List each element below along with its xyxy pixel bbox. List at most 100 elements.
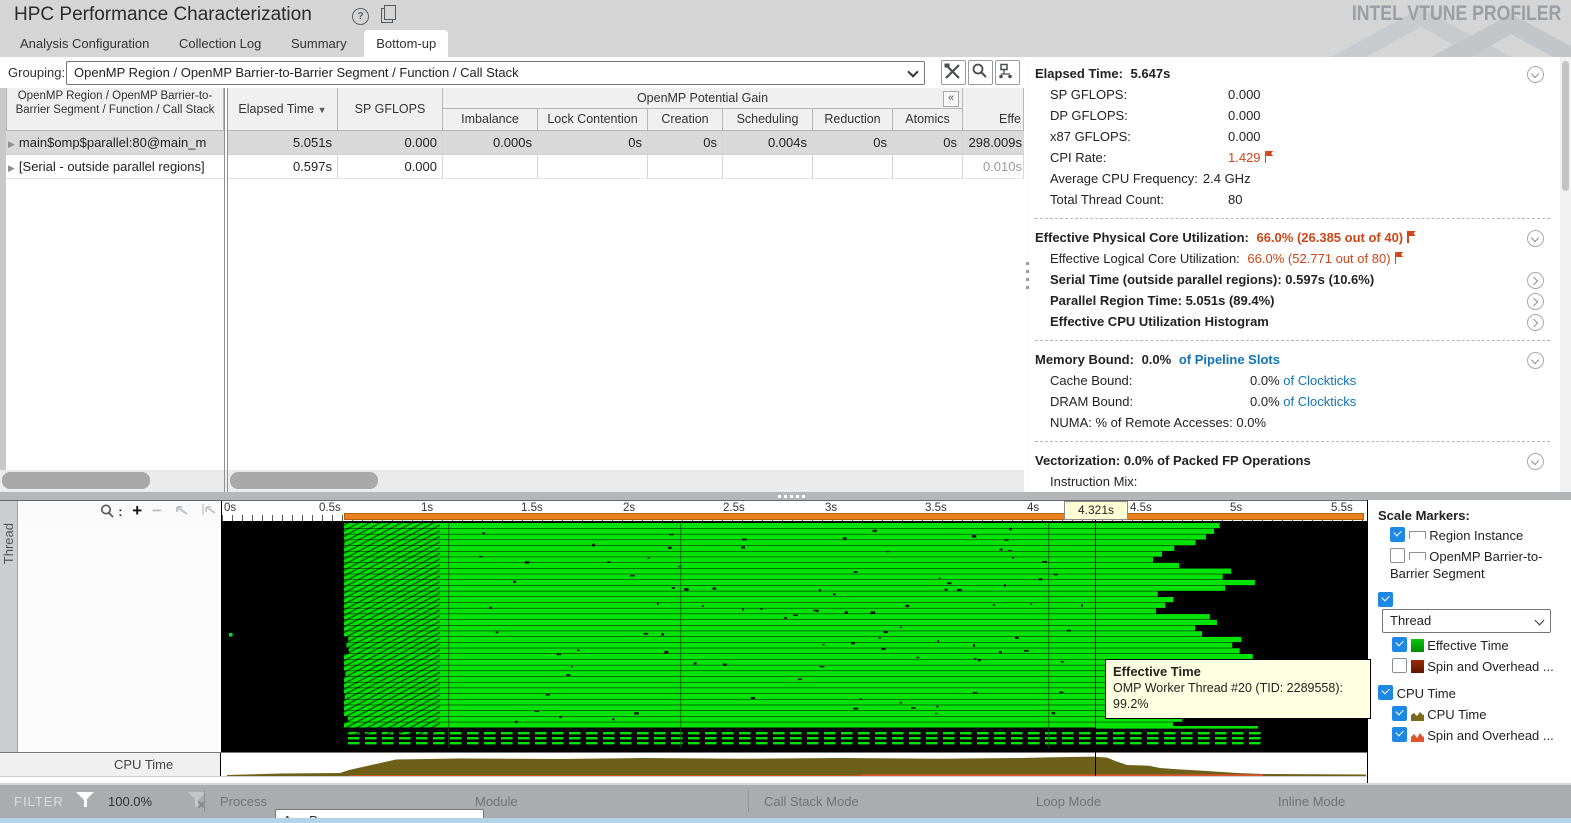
grouping-select[interactable]: OpenMP Region / OpenMP Barrier-to-Barrie… bbox=[66, 61, 925, 85]
top-header: HPC Performance Characterization ? INTEL… bbox=[0, 0, 1571, 57]
numa-value: 0.0% bbox=[1236, 415, 1266, 430]
region-instance-label: Region Instance bbox=[1429, 528, 1523, 543]
thread-track-select[interactable]: Thread bbox=[1382, 609, 1551, 633]
tab-bar: Analysis Configuration Collection Log Su… bbox=[8, 30, 450, 57]
undo-zoom-icon[interactable] bbox=[173, 503, 189, 516]
row-expander-icon[interactable]: ▶ bbox=[8, 139, 15, 149]
column-header-effective-time[interactable]: Effe bbox=[963, 88, 1024, 131]
pipeline-slots-link[interactable]: of Pipeline Slots bbox=[1179, 352, 1280, 367]
metric-label: Total Thread Count: bbox=[1050, 189, 1228, 210]
zoom-out-button[interactable]: − bbox=[152, 501, 162, 520]
table-row[interactable]: ▶[Serial - outside parallel regions] bbox=[6, 155, 224, 179]
name-column-header[interactable]: OpenMP Region / OpenMP Barrier-to-Barrie… bbox=[6, 88, 224, 131]
timeline-legend-panel: Scale Markers: Region Instance OpenMP Ba… bbox=[1367, 500, 1571, 783]
vertical-splitter-handle[interactable] bbox=[1024, 57, 1031, 492]
column-header-creation[interactable]: Creation bbox=[648, 109, 723, 131]
cpu-time-label: CPU Time bbox=[1427, 707, 1486, 722]
region-instance-marker-icon bbox=[1409, 531, 1426, 539]
table-row[interactable]: 0.597s 0.000 0.010s bbox=[228, 155, 1024, 179]
metric-value: 0.0% bbox=[1250, 373, 1280, 388]
cpu-time-area-chart[interactable] bbox=[221, 753, 1367, 776]
expand-section-icon[interactable] bbox=[1527, 272, 1544, 289]
flag-icon bbox=[1264, 151, 1274, 163]
cpu-time-row-label-cell[interactable]: CPU Time bbox=[0, 753, 221, 776]
collapse-section-icon[interactable] bbox=[1527, 352, 1544, 369]
metric-label: DRAM Bound: bbox=[1050, 391, 1250, 412]
tab-summary[interactable]: Summary bbox=[279, 30, 359, 58]
column-header-text: Imbalance bbox=[461, 112, 519, 126]
zoom-in-button[interactable]: + bbox=[132, 501, 142, 520]
customize-grouping-button[interactable] bbox=[941, 60, 966, 85]
metric-label: SP GFLOPS: bbox=[1050, 84, 1228, 105]
table-row[interactable]: ▶ main$omp$parallel:80@main_m bbox=[6, 131, 224, 155]
zoom-magnifier-icon bbox=[99, 503, 115, 519]
region-instance-checkbox[interactable] bbox=[1390, 527, 1405, 542]
process-filter-label: Process bbox=[220, 794, 267, 809]
spin-overhead-checkbox[interactable] bbox=[1392, 658, 1407, 673]
thread-track-checkbox[interactable] bbox=[1378, 592, 1393, 607]
column-header-imbalance[interactable]: Imbalance bbox=[443, 109, 538, 131]
barrier-segment-marker-icon bbox=[1409, 552, 1426, 560]
clockticks-link[interactable]: of Clockticks bbox=[1283, 394, 1356, 409]
column-header-scheduling[interactable]: Scheduling bbox=[723, 109, 813, 131]
column-header-lock-contention[interactable]: Lock Contention bbox=[538, 109, 648, 131]
show-data-options-button[interactable] bbox=[995, 60, 1020, 85]
grid-scrollbar-track[interactable] bbox=[0, 470, 1024, 492]
region-instance-bar[interactable] bbox=[344, 513, 1364, 520]
horizontal-splitter-handle[interactable] bbox=[0, 492, 1571, 500]
collapse-group-button[interactable]: « bbox=[943, 91, 959, 107]
tools-icon bbox=[942, 61, 963, 82]
clear-filter-icon[interactable]: ✕ bbox=[188, 792, 206, 809]
cell-effective: 298.009s bbox=[963, 131, 1024, 154]
column-header-reduction[interactable]: Reduction bbox=[813, 109, 893, 131]
timeline-cursor-line[interactable] bbox=[1095, 503, 1096, 776]
metric-value: 2.4 GHz bbox=[1203, 171, 1251, 186]
callstack-mode-label: Call Stack Mode bbox=[764, 794, 859, 809]
metric-label: CPI Rate: bbox=[1050, 147, 1228, 168]
expand-section-icon[interactable] bbox=[1527, 314, 1544, 331]
clockticks-link[interactable]: of Clockticks bbox=[1283, 373, 1356, 388]
summary-scrollbar-track[interactable] bbox=[1560, 57, 1571, 492]
tab-collection-log[interactable]: Collection Log bbox=[167, 30, 273, 58]
zoom-history-icon[interactable] bbox=[201, 503, 217, 516]
tab-bottom-up[interactable]: Bottom-up bbox=[364, 30, 448, 58]
column-group-openmp-potential-gain[interactable]: OpenMP Potential Gain « bbox=[443, 88, 963, 109]
column-header-text: SP GFLOPS bbox=[355, 102, 426, 116]
copy-command-icon[interactable] bbox=[381, 8, 393, 23]
cpu-spin-overhead-checkbox[interactable] bbox=[1392, 727, 1407, 742]
timeline-toolbar: : + − bbox=[18, 501, 221, 521]
metric-value: 0.000 bbox=[1228, 87, 1261, 102]
tab-analysis-configuration[interactable]: Analysis Configuration bbox=[8, 30, 161, 58]
column-header-elapsed[interactable]: Elapsed Time ▼ bbox=[228, 88, 338, 131]
instruction-mix-label: Instruction Mix: bbox=[1050, 474, 1137, 489]
cpu-time-group-checkbox[interactable] bbox=[1378, 685, 1393, 700]
table-row[interactable]: 5.051s 0.000 0.000s 0s 0s 0.004s 0s 0s 2… bbox=[228, 131, 1024, 155]
row-expander-icon[interactable]: ▶ bbox=[8, 163, 15, 173]
scrollbar-thumb[interactable] bbox=[230, 472, 378, 489]
effective-time-checkbox[interactable] bbox=[1392, 637, 1407, 652]
cpu-time-checkbox[interactable] bbox=[1392, 706, 1407, 721]
collapse-section-icon[interactable] bbox=[1527, 66, 1544, 83]
flag-icon bbox=[1406, 231, 1416, 243]
column-header-sp-gflops[interactable]: SP GFLOPS bbox=[338, 88, 443, 131]
scrollbar-thumb[interactable] bbox=[1562, 61, 1569, 191]
barrier-segment-checkbox[interactable] bbox=[1390, 548, 1405, 563]
timeline-ruler[interactable]: 0s 0.5s 1s 1.5s 2s 2.5s 3s 3.5s 4s 4.5s … bbox=[221, 501, 1367, 521]
cpu-utilization-histogram-line: Effective CPU Utilization Histogram bbox=[1050, 314, 1269, 329]
search-button[interactable] bbox=[968, 60, 993, 85]
column-header-atomics[interactable]: Atomics bbox=[893, 109, 963, 131]
grid-name-column: OpenMP Region / OpenMP Barrier-to-Barrie… bbox=[6, 88, 224, 470]
scrollbar-thumb[interactable] bbox=[2, 472, 150, 489]
tooltip-line: OMP Worker Thread #20 (TID: 2289558): bbox=[1113, 680, 1363, 696]
timeline-hscroll-strip[interactable] bbox=[0, 776, 1367, 783]
row-name: main$omp$parallel:80@main_m bbox=[19, 135, 206, 150]
help-icon[interactable]: ? bbox=[352, 8, 369, 25]
filter-funnel-icon[interactable] bbox=[76, 792, 94, 809]
collapse-section-icon[interactable] bbox=[1527, 230, 1544, 247]
thread-names-column[interactable] bbox=[18, 521, 221, 752]
metric-value: 0.0% bbox=[1250, 394, 1280, 409]
collapse-section-icon[interactable] bbox=[1527, 453, 1544, 470]
expand-section-icon[interactable] bbox=[1527, 293, 1544, 310]
timeline-cursor-time-box[interactable]: 4.321s bbox=[1064, 501, 1128, 520]
cell-elapsed: 5.051s bbox=[228, 131, 338, 154]
